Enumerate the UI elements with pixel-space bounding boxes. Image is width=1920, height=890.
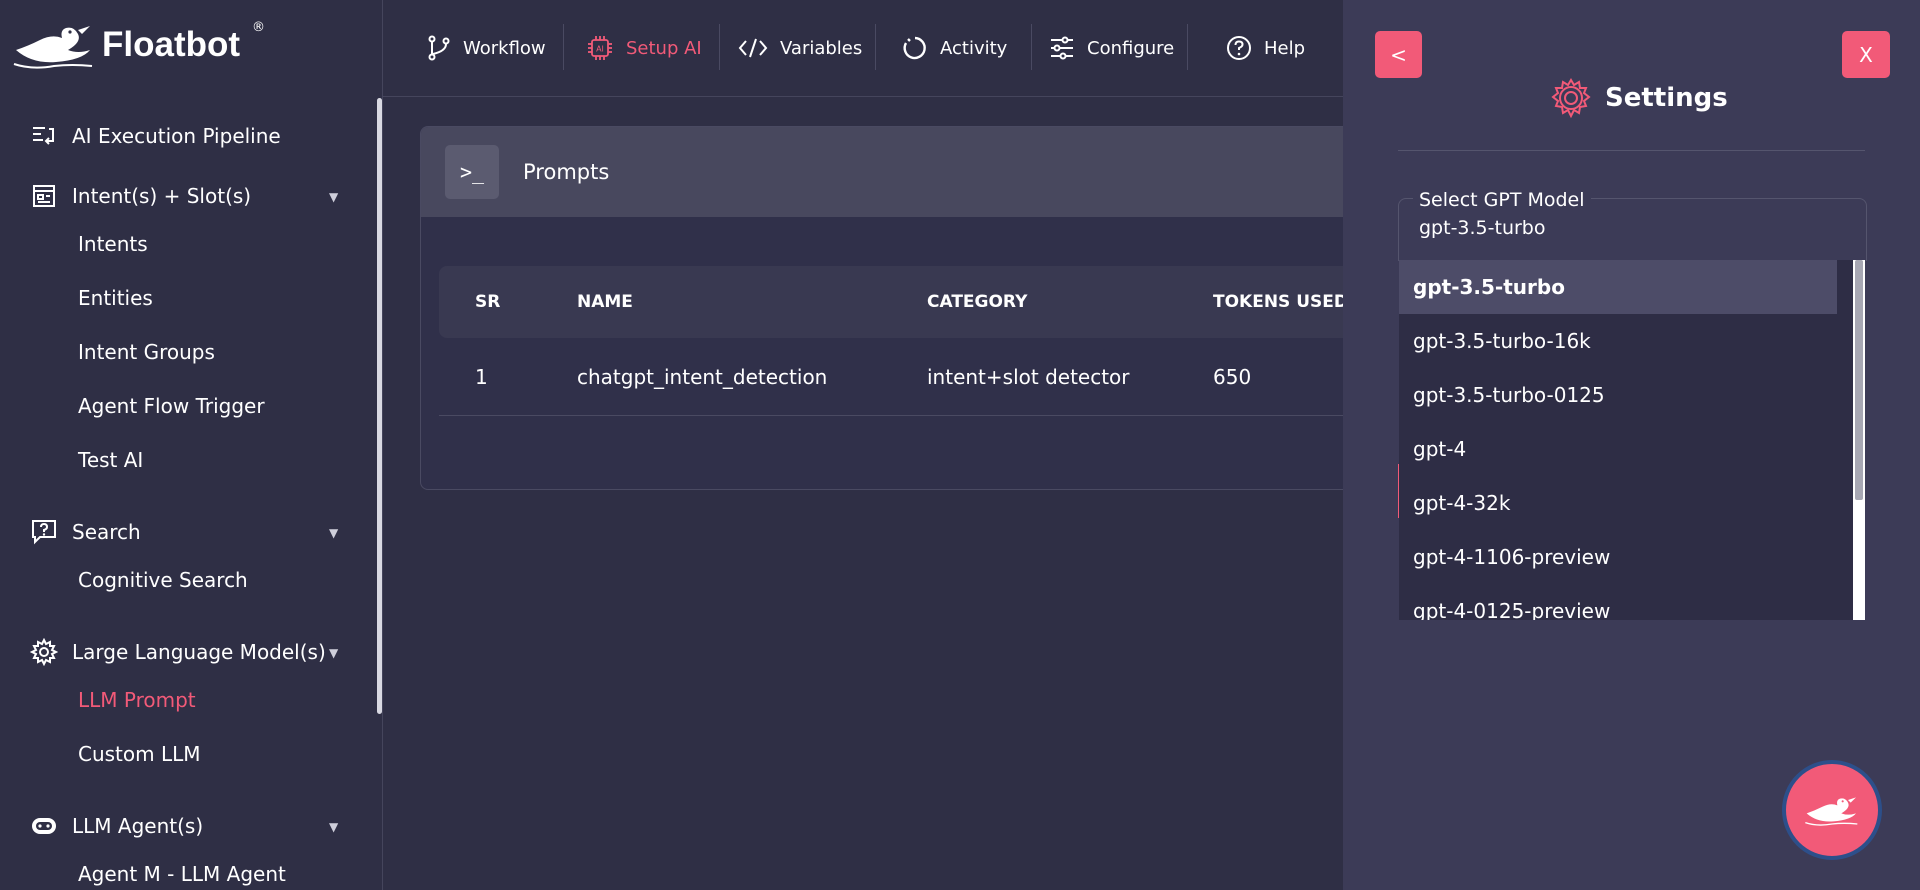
code-icon — [738, 37, 768, 59]
selected-model-value: gpt-3.5-turbo — [1419, 217, 1546, 239]
sidebar-item-entities[interactable]: Entities — [78, 286, 153, 310]
option-gpt-4[interactable]: gpt-4 — [1399, 422, 1837, 476]
dropdown-scroll-thumb[interactable] — [1855, 260, 1863, 500]
sidebar-group-intents-slots[interactable]: Intent(s) + Slot(s) — [30, 182, 251, 210]
robot-icon — [30, 812, 58, 840]
nav-divider — [1187, 24, 1188, 70]
column-header-category[interactable]: CATEGORY — [927, 292, 1027, 312]
model-dropdown-list[interactable]: gpt-3.5-turbo gpt-3.5-turbo-16k gpt-3.5-… — [1399, 260, 1865, 620]
gear-icon — [1551, 78, 1591, 118]
nav-label: Configure — [1087, 37, 1175, 59]
nav-workflow[interactable]: Workflow — [427, 30, 546, 66]
option-gpt-3-5-turbo-16k[interactable]: gpt-3.5-turbo-16k — [1399, 314, 1837, 368]
sidebar-group-llm-agents[interactable]: LLM Agent(s) — [30, 812, 203, 840]
settings-panel: < X Settings Select GPT Model gpt-3.5-tu… — [1343, 0, 1920, 890]
top-navigation: Workflow AI Setup AI Variables Activity … — [383, 0, 1344, 97]
nav-configure[interactable]: Configure — [1049, 30, 1174, 66]
floatbot-logo[interactable]: Floatbot ® — [12, 14, 265, 76]
column-header-sr[interactable]: SR — [475, 292, 500, 312]
sidebar-item-custom-llm[interactable]: Custom LLM — [78, 742, 201, 766]
nav-label: Activity — [940, 37, 1008, 59]
nav-label: Workflow — [463, 37, 546, 59]
sidebar-group-llm[interactable]: Large Language Model(s) — [30, 638, 326, 666]
gear-icon — [30, 638, 58, 666]
option-gpt-3-5-turbo-0125[interactable]: gpt-3.5-turbo-0125 — [1399, 368, 1837, 422]
nav-setup-ai[interactable]: AI Setup AI — [586, 30, 702, 66]
nav-divider — [1031, 24, 1032, 70]
cell-tokens: 650 — [1213, 365, 1252, 389]
sidebar-item-cognitive-search[interactable]: Cognitive Search — [78, 568, 248, 592]
sidebar-group-label: Intent(s) + Slot(s) — [72, 184, 252, 208]
sidebar-item-agent-flow-trigger[interactable]: Agent Flow Trigger — [78, 394, 265, 418]
option-gpt-4-32k[interactable]: gpt-4-32k — [1399, 476, 1837, 530]
nav-activity[interactable]: Activity — [902, 30, 1007, 66]
prompts-card: >_ Prompts SR NAME CATEGORY TOKENS USED … — [420, 126, 1382, 490]
nav-label: Variables — [780, 37, 863, 59]
sidebar-item-intents[interactable]: Intents — [78, 232, 148, 256]
card-header: >_ Prompts — [421, 127, 1381, 217]
nav-label: Setup AI — [626, 37, 702, 59]
chevron-down-icon[interactable]: ▼ — [329, 526, 338, 540]
chevron-down-icon[interactable]: ▼ — [329, 190, 338, 204]
question-chat-icon — [30, 518, 58, 546]
panel-divider — [1398, 150, 1865, 151]
sidebar-item-test-ai[interactable]: Test AI — [78, 448, 143, 472]
branch-icon — [427, 35, 451, 61]
sidebar-item-ai-execution-pipeline[interactable]: AI Execution Pipeline — [30, 122, 281, 150]
sidebar-group-label: LLM Agent(s) — [72, 814, 204, 838]
chevron-down-icon[interactable]: ▼ — [329, 820, 338, 834]
nav-divider — [875, 24, 876, 70]
option-gpt-4-0125-preview[interactable]: gpt-4-0125-preview — [1399, 584, 1837, 620]
nav-divider — [563, 24, 564, 70]
activity-icon — [902, 35, 928, 61]
duck-logo-icon — [13, 26, 93, 69]
svg-text:AI: AI — [596, 45, 604, 54]
ai-chip-icon: AI — [586, 34, 614, 62]
chevron-down-icon[interactable]: ▼ — [329, 646, 338, 660]
sliders-icon — [1049, 36, 1075, 60]
brand-name: Floatbot — [102, 25, 241, 64]
gpt-model-select[interactable]: Select GPT Model gpt-3.5-turbo — [1398, 189, 1867, 261]
nav-divider — [719, 24, 720, 70]
nav-label: Help — [1264, 37, 1306, 59]
back-button[interactable]: < — [1375, 31, 1422, 78]
sidebar-item-label: AI Execution Pipeline — [72, 124, 281, 148]
nav-variables[interactable]: Variables — [738, 30, 862, 66]
chat-launcher-button[interactable] — [1782, 760, 1882, 860]
field-label: Select GPT Model — [1413, 189, 1591, 211]
form-icon — [30, 182, 58, 210]
sidebar-group-search[interactable]: Search — [30, 518, 141, 546]
nav-help[interactable]: Help — [1226, 30, 1305, 66]
dropdown-scrollbar[interactable] — [1853, 260, 1865, 620]
settings-header: Settings — [1551, 78, 1728, 118]
row-divider — [439, 415, 1379, 416]
terminal-icon: >_ — [445, 145, 499, 199]
cell-name: chatgpt_intent_detection — [577, 365, 828, 389]
sidebar-item-intent-groups[interactable]: Intent Groups — [78, 340, 215, 364]
table-header: SR NAME CATEGORY TOKENS USED — [439, 266, 1379, 338]
sidebar-scrollbar[interactable] — [377, 98, 382, 714]
cell-category: intent+slot detector — [927, 365, 1130, 389]
column-header-name[interactable]: NAME — [577, 292, 633, 312]
help-icon — [1226, 35, 1252, 61]
column-header-tokens[interactable]: TOKENS USED — [1213, 292, 1348, 312]
card-title: Prompts — [523, 160, 610, 184]
sidebar-group-label: Large Language Model(s) — [72, 640, 326, 664]
settings-title: Settings — [1605, 83, 1728, 113]
pipeline-icon — [30, 122, 58, 150]
duck-logo-icon — [1805, 797, 1858, 826]
cell-sr: 1 — [475, 365, 488, 389]
sidebar-group-label: Search — [72, 520, 141, 544]
sidebar-item-llm-prompt[interactable]: LLM Prompt — [78, 688, 196, 712]
sidebar-item-agent-m[interactable]: Agent M - LLM Agent — [78, 862, 286, 886]
close-button[interactable]: X — [1842, 31, 1890, 78]
option-gpt-4-1106-preview[interactable]: gpt-4-1106-preview — [1399, 530, 1837, 584]
option-gpt-3-5-turbo[interactable]: gpt-3.5-turbo — [1399, 260, 1837, 314]
sidebar: Floatbot ® AI Execution Pipeline Intent(… — [0, 0, 383, 890]
registered-mark: ® — [252, 20, 265, 35]
